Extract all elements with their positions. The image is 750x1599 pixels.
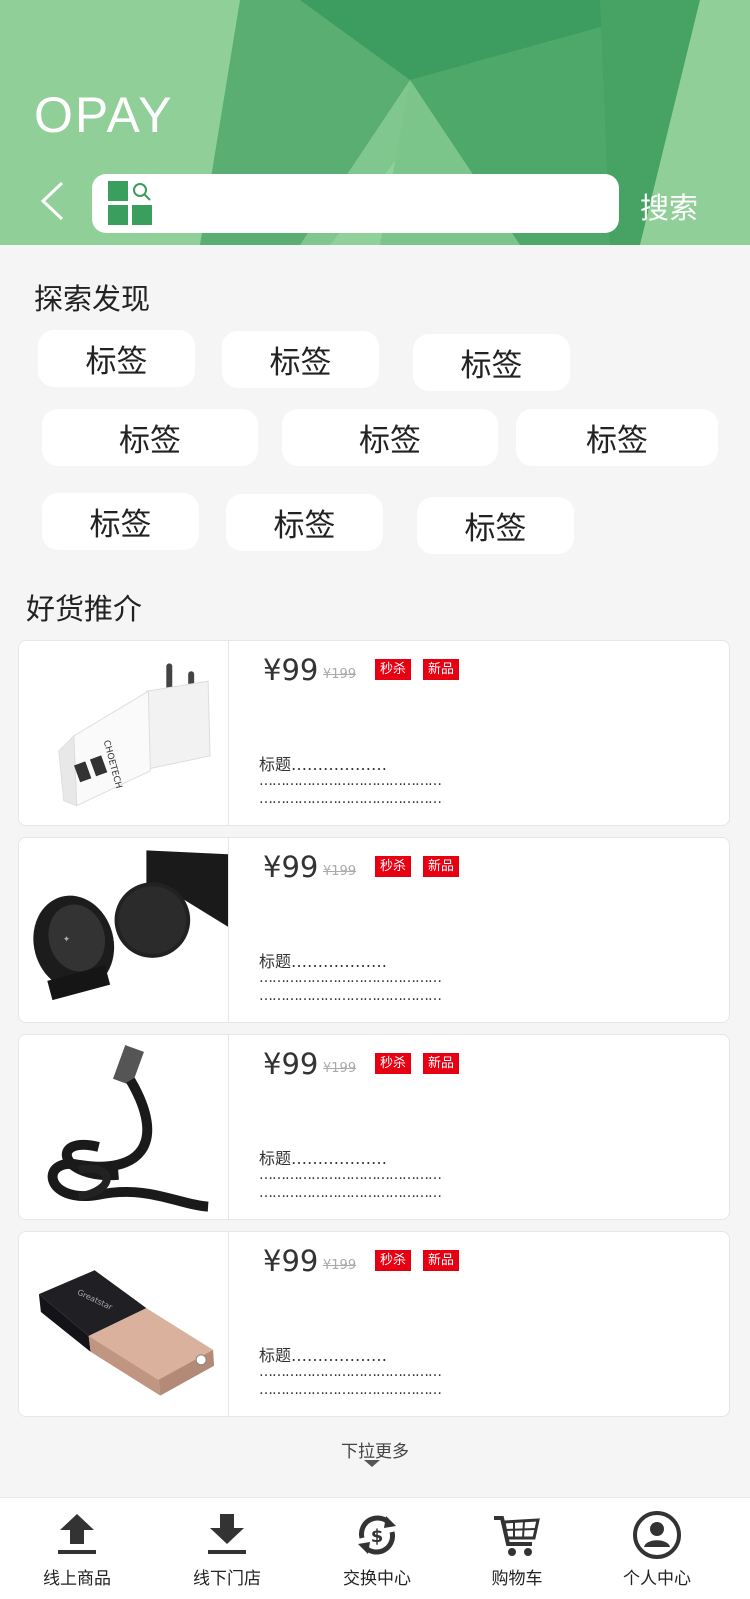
product-desc-line: …………………………………… <box>259 988 442 1004</box>
product-card[interactable]: Greatstar ¥99 ¥199 秒杀 新品 标题……………… ………………… <box>18 1231 730 1417</box>
cart-icon <box>494 1516 540 1556</box>
tag[interactable]: 标签 <box>222 331 379 388</box>
exchange-icon: $ <box>358 1515 396 1555</box>
product-old-price: ¥199 <box>323 1258 357 1273</box>
flash-sale-badge: 秒杀 <box>375 659 412 680</box>
recommend-title: 好货推介 <box>26 592 143 626</box>
new-badge: 新品 <box>423 856 460 877</box>
product-price: ¥99 <box>263 850 319 884</box>
category-search-icon[interactable] <box>108 181 154 227</box>
search-button[interactable]: 搜索 <box>640 185 698 227</box>
upload-icon <box>58 1514 96 1554</box>
svg-text:$: $ <box>371 1526 384 1547</box>
product-title: 标题……………… <box>259 952 388 971</box>
load-more-text[interactable]: 下拉更多 <box>0 1437 750 1462</box>
product-desc-line: …………………………………… <box>259 1364 442 1380</box>
flash-sale-badge: 秒杀 <box>375 856 412 877</box>
tab-label: 交换中心 <box>343 1569 411 1589</box>
tag[interactable]: 标签 <box>42 409 258 466</box>
product-title: 标题……………… <box>259 1149 388 1168</box>
svg-text:✦: ✦ <box>63 935 71 945</box>
tag[interactable]: 标签 <box>42 493 199 550</box>
product-desc-line: …………………………………… <box>259 1167 442 1183</box>
brand-title: OPAY <box>34 87 174 143</box>
product-desc-line: …………………………………… <box>259 1382 442 1398</box>
tag[interactable]: 标签 <box>38 330 195 387</box>
product-desc-line: …………………………………… <box>259 773 442 789</box>
flat-cable-image <box>19 1035 229 1219</box>
new-badge: 新品 <box>423 659 460 680</box>
product-price: ¥99 <box>263 653 319 687</box>
usb-charger-image: CHOETECH <box>19 641 229 825</box>
tag[interactable]: 标签 <box>282 409 498 466</box>
product-old-price: ¥199 <box>323 864 357 879</box>
explore-title: 探索发现 <box>34 282 151 316</box>
tab-online-products[interactable]: 线上商品 <box>2 1498 152 1599</box>
tab-label: 个人中心 <box>623 1569 691 1589</box>
tab-shopping-cart[interactable]: 购物车 <box>442 1498 592 1599</box>
tag[interactable]: 标签 <box>226 494 383 551</box>
product-old-price: ¥199 <box>323 1061 357 1076</box>
search-input[interactable] <box>92 174 619 233</box>
flash-sale-badge: 秒杀 <box>375 1053 412 1074</box>
header: OPAY 搜索 <box>0 0 750 245</box>
magnetic-car-mount-image: ✦ <box>19 838 229 1022</box>
product-desc-line: …………………………………… <box>259 1185 442 1201</box>
product-title: 标题……………… <box>259 755 388 774</box>
product-desc-line: …………………………………… <box>259 791 442 807</box>
chevron-down-icon <box>364 1460 380 1467</box>
tab-label: 购物车 <box>491 1569 543 1589</box>
tag[interactable]: 标签 <box>413 334 570 391</box>
product-title: 标题……………… <box>259 1346 388 1365</box>
product-desc-line: …………………………………… <box>259 970 442 986</box>
product-card[interactable]: ✦ ¥99 ¥199 秒杀 新品 标题……………… ……………………………………… <box>18 837 730 1023</box>
tab-bar: 线上商品 线下门店 $ 交换中心 购物车 个人中心 <box>0 1497 750 1599</box>
tag[interactable]: 标签 <box>417 497 574 554</box>
product-old-price: ¥199 <box>323 667 357 682</box>
tab-offline-stores[interactable]: 线下门店 <box>152 1498 302 1599</box>
flash-sale-badge: 秒杀 <box>375 1250 412 1271</box>
tag[interactable]: 标签 <box>516 409 718 466</box>
tab-exchange-center[interactable]: $ 交换中心 <box>302 1498 452 1599</box>
product-card[interactable]: ¥99 ¥199 秒杀 新品 标题……………… …………………………………… …… <box>18 1034 730 1220</box>
user-icon <box>633 1511 681 1559</box>
power-bank-image: Greatstar <box>19 1232 229 1416</box>
tab-personal-center[interactable]: 个人中心 <box>582 1498 732 1599</box>
tab-label: 线下门店 <box>193 1569 261 1589</box>
download-icon <box>208 1514 246 1554</box>
tab-label: 线上商品 <box>43 1569 111 1589</box>
product-price: ¥99 <box>263 1244 319 1278</box>
product-price: ¥99 <box>263 1047 319 1081</box>
product-card[interactable]: CHOETECH ¥99 ¥199 秒杀 新品 标题……………… …………………… <box>18 640 730 826</box>
new-badge: 新品 <box>423 1250 460 1271</box>
back-icon[interactable] <box>38 180 68 222</box>
new-badge: 新品 <box>423 1053 460 1074</box>
